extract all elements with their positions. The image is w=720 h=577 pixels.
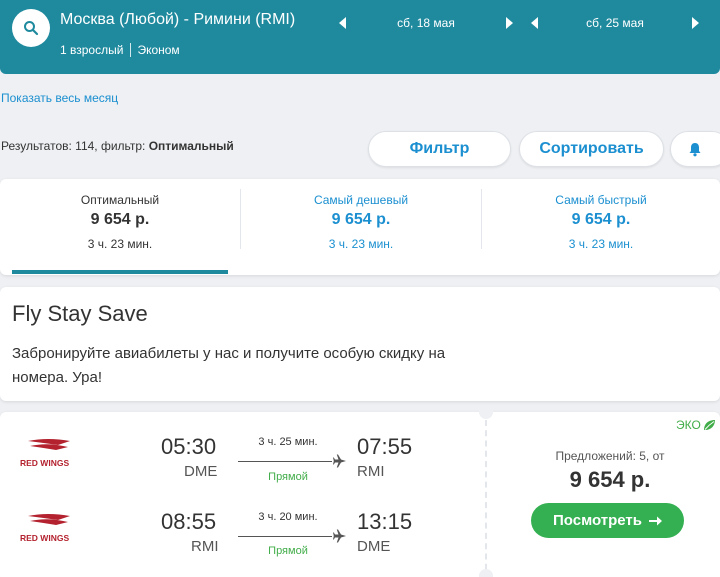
view-offer-label: Посмотреть (553, 512, 642, 529)
eco-label: ЭКО (676, 418, 701, 432)
return-date[interactable]: сб, 25 мая (545, 16, 685, 30)
search-icon (24, 21, 39, 36)
airline-logo: RED WINGS (20, 514, 70, 543)
return-date-nav: сб, 25 мая (525, 13, 705, 33)
sort-tabs: Оптимальный 9 654 р. 3 ч. 23 мин. Самый … (0, 179, 720, 275)
airline-logo: RED WINGS (20, 439, 70, 468)
route-line (238, 461, 332, 462)
sort-button[interactable]: Сортировать (519, 131, 664, 167)
offers-count: Предложений: 5, от (555, 449, 665, 463)
chevron-left-icon (339, 17, 346, 29)
active-tab-indicator (12, 270, 228, 274)
filter-button[interactable]: Фильтр (368, 131, 511, 167)
prev-return-date-button[interactable] (525, 13, 545, 33)
flight-duration: 3 ч. 20 мин. (258, 511, 318, 523)
departure-airport: DME (184, 463, 218, 480)
airline-name: RED WINGS (20, 458, 69, 468)
sort-tab-fastest[interactable]: Самый быстрый 9 654 р. 3 ч. 23 мин. (482, 179, 720, 275)
ticket-price: 9 654 р. (569, 467, 651, 492)
passengers-label: 1 взрослый (60, 43, 124, 57)
airplane-icon (333, 454, 346, 468)
ticket-card[interactable]: RED WINGS 05:30 DME 3 ч. 25 мин. Прямой … (0, 405, 720, 577)
departure-time: 08:55 (161, 509, 217, 534)
leaf-icon (703, 420, 715, 430)
sort-tab-price: 9 654 р. (90, 211, 150, 228)
arrival-airport: RMI (357, 463, 385, 480)
promo-text: Забронируйте авиабилеты у нас и получите… (12, 345, 446, 386)
divider (130, 43, 132, 57)
sort-tab-optimal[interactable]: Оптимальный 9 654 р. 3 ч. 23 мин. (0, 179, 240, 275)
flight-type: Прямой (268, 471, 308, 483)
prev-depart-date-button[interactable] (333, 13, 353, 33)
sort-tab-duration: 3 ч. 23 мин. (328, 237, 394, 251)
flight-type: Прямой (268, 545, 308, 557)
promo-banner[interactable]: Fly Stay Save Забронируйте авиабилеты у … (0, 287, 720, 401)
sort-tab-title: Самый дешевый (313, 193, 409, 207)
promo-title: Fly Stay Save (12, 301, 148, 326)
arrival-time: 07:55 (357, 434, 413, 459)
sort-tab-price: 9 654 р. (571, 211, 631, 228)
bell-icon (689, 142, 701, 156)
view-offer-button[interactable]: Посмотреть (531, 503, 684, 538)
airplane-icon (333, 529, 346, 543)
departure-time: 05:30 (161, 434, 217, 459)
depart-date-nav: сб, 18 мая (333, 13, 519, 33)
sort-tab-title: Оптимальный (80, 193, 160, 207)
chevron-left-icon (531, 17, 538, 29)
depart-date[interactable]: сб, 18 мая (353, 16, 499, 30)
ticket-notch (479, 569, 493, 577)
price-alert-button[interactable] (670, 131, 720, 167)
ticket-perforation (485, 420, 487, 577)
results-filter-value: Оптимальный (148, 139, 234, 153)
chevron-right-icon (692, 17, 699, 29)
flight-duration: 3 ч. 25 мин. (258, 436, 318, 448)
results-summary: Результатов: 114, фильтр: Оптимальный (1, 139, 234, 153)
route-line (238, 536, 332, 537)
sort-tab-cheapest[interactable]: Самый дешевый 9 654 р. 3 ч. 23 мин. (241, 179, 481, 275)
sort-tab-price: 9 654 р. (331, 211, 391, 228)
arrival-airport: DME (357, 538, 391, 555)
departure-airport: RMI (191, 538, 219, 555)
sort-tab-duration: 3 ч. 23 мин. (87, 237, 153, 251)
next-return-date-button[interactable] (685, 13, 705, 33)
show-month-link[interactable]: Показать весь месяц (1, 91, 118, 105)
sort-tab-title: Самый быстрый (555, 193, 647, 207)
route-title[interactable]: Москва (Любой) - Римини (RMI) (60, 11, 295, 29)
next-depart-date-button[interactable] (499, 13, 519, 33)
search-button[interactable] (12, 9, 50, 47)
search-header: Москва (Любой) - Римини (RMI) 1 взрослый… (0, 0, 720, 74)
trip-params[interactable]: 1 взрослый Эконом (60, 43, 180, 57)
sort-tab-duration: 3 ч. 23 мин. (568, 237, 634, 251)
ticket-notch (479, 405, 493, 419)
airline-name: RED WINGS (20, 533, 69, 543)
eco-badge: ЭКО (676, 418, 716, 432)
chevron-right-icon (506, 17, 513, 29)
cabin-class-label: Эконом (137, 43, 180, 57)
arrow-right-icon (649, 516, 662, 525)
results-count: Результатов: 114, фильтр: (1, 139, 149, 153)
arrival-time: 13:15 (357, 509, 413, 534)
